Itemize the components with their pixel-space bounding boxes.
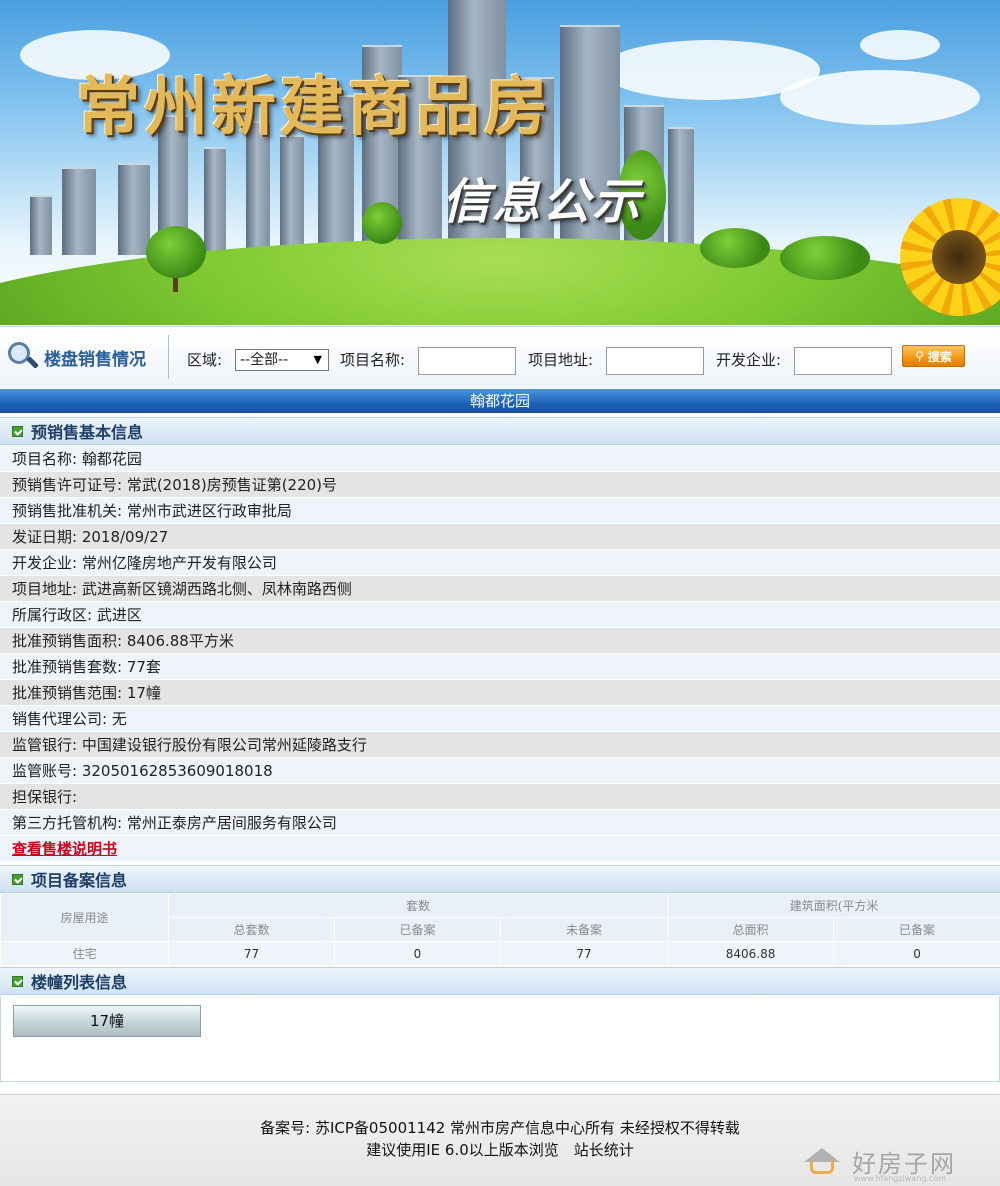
tree bbox=[780, 236, 870, 280]
banner-subtitle: 信息公示 bbox=[442, 174, 643, 230]
section-bullet-icon bbox=[12, 975, 23, 987]
section-bullet-icon bbox=[12, 873, 23, 885]
section-bullet-icon bbox=[12, 425, 23, 437]
record-table: 房屋用途 套数 建筑面积(平方米 总套数 已备案 未备案 总面积 已备案 住宅 … bbox=[0, 893, 1000, 966]
header-units-group: 套数 bbox=[167, 893, 669, 918]
project-address-input[interactable] bbox=[606, 347, 704, 375]
header-banner: 常州新建商品房 信息公示 bbox=[0, 0, 1000, 325]
search-button[interactable]: ⚲ 搜索 bbox=[902, 345, 965, 367]
building-silhouette bbox=[62, 167, 96, 255]
project-address-label: 项目地址: bbox=[528, 351, 594, 369]
region-label: 区域: bbox=[187, 351, 223, 369]
divider bbox=[168, 335, 169, 379]
building-silhouette bbox=[204, 147, 226, 255]
building-silhouette bbox=[668, 127, 694, 255]
info-row-issue-date: 发证日期: 2018/09/27 bbox=[0, 524, 1000, 550]
header-recorded-units: 已备案 bbox=[334, 917, 501, 942]
tree bbox=[362, 202, 402, 244]
info-row-permit-number: 预销售许可证号: 常武(2018)房预售证第(220)号 bbox=[0, 472, 1000, 498]
tree bbox=[700, 228, 770, 268]
cell-recorded-units: 0 bbox=[334, 941, 501, 966]
header-total-area: 总面积 bbox=[667, 917, 835, 942]
info-row-sales-agent: 销售代理公司: 无 bbox=[0, 706, 1000, 732]
info-row-approved-units: 批准预销售套数: 77套 bbox=[0, 654, 1000, 680]
building-button-17[interactable]: 17幢 bbox=[13, 1005, 201, 1037]
info-row-project-name: 项目名称: 翰都花园 bbox=[0, 446, 1000, 472]
cell-unrecorded-units: 77 bbox=[499, 941, 669, 966]
region-select-value: --全部-- bbox=[240, 352, 289, 368]
building-silhouette bbox=[30, 195, 52, 255]
footer-icp-line: 备案号: 苏ICP备05001142 常州市房产信息中心所有 未经授权不得转载 bbox=[260, 1119, 740, 1137]
search-icon: ⚲ bbox=[915, 349, 924, 363]
watermark-url: www.hfangziwang.com bbox=[854, 1174, 947, 1183]
header-usage: 房屋用途 bbox=[0, 893, 169, 942]
cell-total-units: 77 bbox=[168, 941, 335, 966]
project-name-input[interactable] bbox=[418, 347, 516, 375]
sales-manual-link[interactable]: 查看售楼说明书 bbox=[12, 840, 117, 858]
developer-input[interactable] bbox=[794, 347, 892, 375]
project-title-bar: 翰都花园 bbox=[0, 389, 1000, 413]
info-row-escrow-agency: 第三方托管机构: 常州正泰房产居间服务有限公司 bbox=[0, 810, 1000, 836]
table-row: 住宅 77 0 77 8406.88 0 bbox=[0, 941, 1000, 966]
info-row-supervising-bank: 监管银行: 中国建设银行股份有限公司常州延陵路支行 bbox=[0, 732, 1000, 758]
header-unrecorded-units: 未备案 bbox=[499, 917, 669, 942]
section-header-building-list: 楼幢列表信息 bbox=[0, 967, 1000, 995]
info-row-supervised-account: 监管账号: 32050162853609018018 bbox=[0, 758, 1000, 784]
building-silhouette bbox=[118, 163, 150, 255]
info-row-approved-scope: 批准预销售范围: 17幢 bbox=[0, 680, 1000, 706]
region-select[interactable]: --全部-- ▼ bbox=[235, 349, 329, 371]
magnifier-icon bbox=[6, 341, 40, 373]
header-total-units: 总套数 bbox=[168, 917, 335, 942]
house-logo-icon bbox=[800, 1144, 844, 1178]
basic-info-list: 项目名称: 翰都花园 预销售许可证号: 常武(2018)房预售证第(220)号 … bbox=[0, 446, 1000, 862]
dropdown-arrow-icon: ▼ bbox=[313, 353, 322, 366]
building-silhouette bbox=[280, 135, 304, 255]
header-area-group: 建筑面积(平方米 bbox=[667, 893, 1000, 918]
project-name-label: 项目名称: bbox=[340, 351, 406, 369]
section-header-basic-info: 预销售基本信息 bbox=[0, 417, 1000, 445]
info-row-developer: 开发企业: 常州亿隆房地产开发有限公司 bbox=[0, 550, 1000, 576]
cell-recorded-area: 0 bbox=[833, 941, 1000, 966]
banner-title: 常州新建商品房 bbox=[76, 70, 552, 145]
building-list: 17幢 bbox=[0, 996, 1000, 1082]
tree bbox=[146, 226, 206, 278]
section-header-record-info: 项目备案信息 bbox=[0, 865, 1000, 893]
header-recorded-area: 已备案 bbox=[833, 917, 1000, 942]
cloud bbox=[860, 30, 940, 60]
cloud bbox=[780, 70, 980, 125]
info-row-district: 所属行政区: 武进区 bbox=[0, 602, 1000, 628]
info-row-guarantee-bank: 担保银行: bbox=[0, 784, 1000, 810]
sales-status-heading: 楼盘销售情况 bbox=[6, 341, 146, 373]
cell-usage: 住宅 bbox=[0, 941, 169, 966]
info-row-address: 项目地址: 武进高新区镜湖西路北侧、凤林南路西侧 bbox=[0, 576, 1000, 602]
info-row-approval-authority: 预销售批准机关: 常州市武进区行政审批局 bbox=[0, 498, 1000, 524]
sales-manual-row: 查看售楼说明书 bbox=[0, 836, 1000, 862]
info-row-approved-area: 批准预销售面积: 8406.88平方米 bbox=[0, 628, 1000, 654]
cell-total-area: 8406.88 bbox=[667, 941, 835, 966]
sales-status-label: 楼盘销售情况 bbox=[44, 349, 146, 370]
search-bar: 楼盘销售情况 区域: --全部-- ▼ 项目名称: 项目地址: 开发企业: ⚲ … bbox=[0, 326, 1000, 388]
developer-label: 开发企业: bbox=[716, 351, 782, 369]
watermark: 好房子网 www.hfangziwang.com bbox=[800, 1138, 990, 1184]
